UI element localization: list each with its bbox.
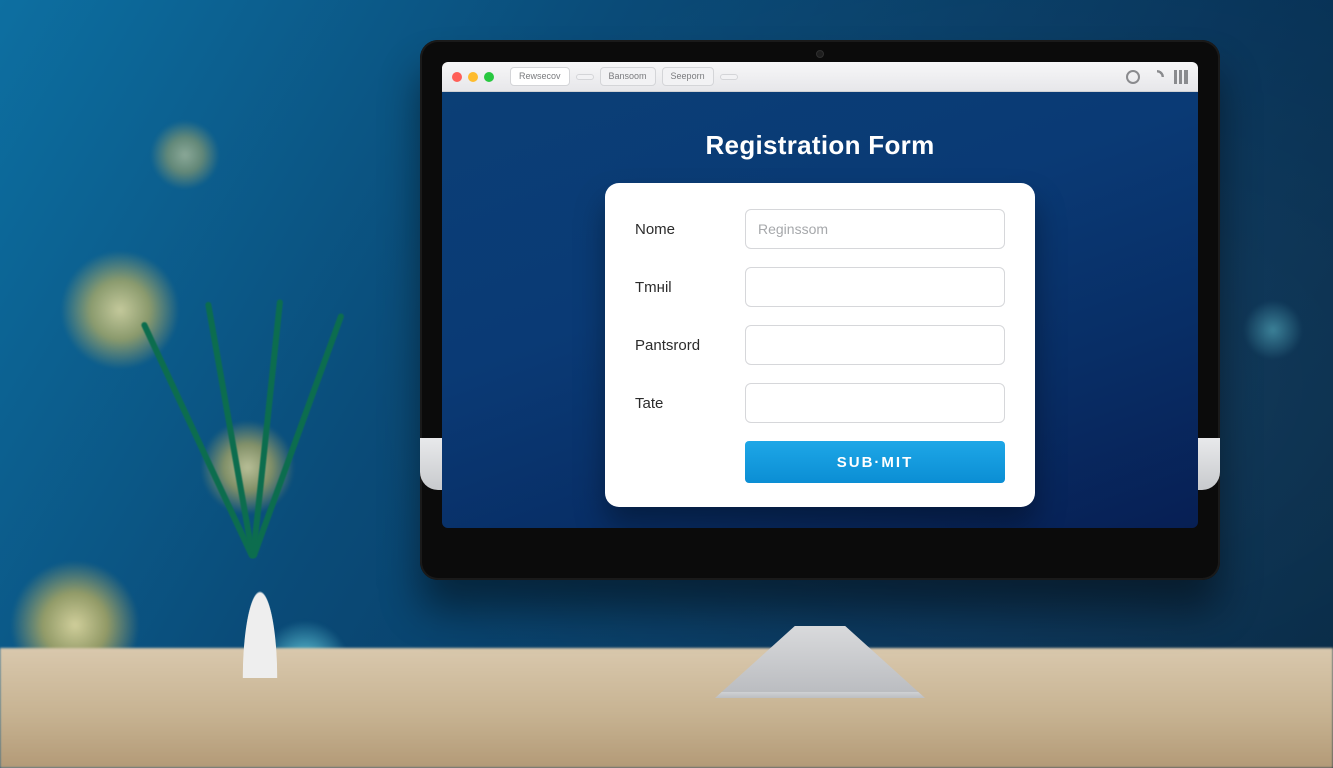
field-row-tate: Tate [635,383,1005,423]
help-icon[interactable] [1126,70,1140,84]
monitor-bezel: Rewsecov Bansoom Seeporn Registration Fo… [420,40,1220,580]
signal-icon [1174,70,1188,84]
password-label: Pantsrord [635,337,745,354]
monitor-stand [715,626,925,698]
camera-dot [816,50,824,58]
browser-tab[interactable]: Rewsecov [510,67,570,86]
page-title: Registration Form [705,130,934,161]
traffic-lights [452,72,494,82]
menu-status-icons [1126,70,1188,84]
browser-tab[interactable]: Bansoom [600,67,656,86]
minimize-icon[interactable] [468,72,478,82]
tate-label: Tate [635,395,745,412]
browser-chrome: Rewsecov Bansoom Seeporn [442,62,1198,92]
submit-button[interactable]: SUB·MIT [745,441,1005,483]
browser-tab[interactable]: Seeporn [662,67,714,86]
bokeh-light [150,120,220,190]
tate-input[interactable] [745,383,1005,423]
field-row-password: Pantsrord [635,325,1005,365]
plant-pot [230,528,290,678]
close-icon[interactable] [452,72,462,82]
zoom-icon[interactable] [484,72,494,82]
email-label: Tmнil [635,279,745,296]
bokeh-light [1243,300,1303,360]
name-input[interactable] [745,209,1005,249]
field-row-name: Nome [635,209,1005,249]
browser-tab[interactable] [576,74,594,80]
monitor: Rewsecov Bansoom Seeporn Registration Fo… [420,40,1220,720]
page-body: Registration Form Nome Tmнil Pantsrord [442,92,1198,528]
email-input[interactable] [745,267,1005,307]
screen: Rewsecov Bansoom Seeporn Registration Fo… [442,62,1198,528]
bokeh-light [60,250,180,370]
field-row-email: Tmнil [635,267,1005,307]
registration-card: Nome Tmнil Pantsrord Tate [605,183,1035,507]
wifi-icon [1150,70,1164,84]
name-label: Nome [635,221,745,238]
browser-tab[interactable] [720,74,738,80]
password-input[interactable] [745,325,1005,365]
